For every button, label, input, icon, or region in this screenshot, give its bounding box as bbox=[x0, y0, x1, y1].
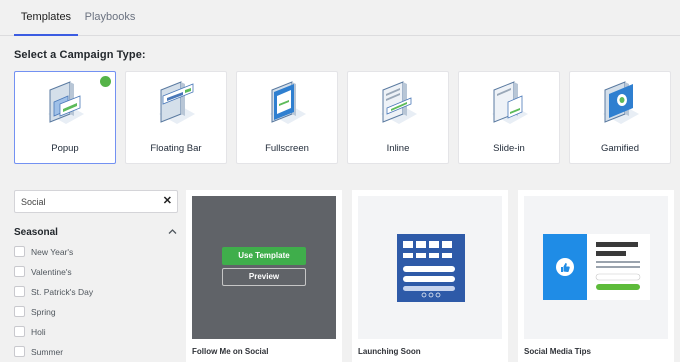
gamified-icon bbox=[603, 81, 639, 124]
selected-check-icon bbox=[100, 76, 140, 93]
template-name: Launching Soon bbox=[358, 347, 421, 356]
template-thumbnail bbox=[524, 196, 668, 339]
filter-item[interactable]: New Year's bbox=[14, 245, 174, 259]
checkbox[interactable] bbox=[14, 266, 25, 277]
filter-item[interactable]: Summer bbox=[14, 345, 174, 359]
popup-icon bbox=[48, 81, 84, 124]
campaign-type-label: Inline bbox=[386, 143, 410, 154]
checkbox[interactable] bbox=[14, 306, 25, 317]
filter-heading: Seasonal bbox=[14, 227, 58, 238]
launching-soon-preview bbox=[397, 234, 465, 302]
campaign-type-fullscreen[interactable]: Fullscreen bbox=[236, 71, 338, 164]
campaign-type-gamified[interactable]: Gamified bbox=[569, 71, 671, 164]
template-card-launching-soon[interactable]: Launching Soon bbox=[352, 190, 508, 362]
close-icon[interactable]: ✕ bbox=[163, 194, 172, 207]
filter-label: Valentine's bbox=[31, 267, 72, 277]
use-template-button[interactable]: Use Template bbox=[222, 247, 306, 265]
chevron-up-icon[interactable] bbox=[168, 228, 177, 235]
campaign-type-label: Popup bbox=[51, 143, 79, 154]
preview-button[interactable]: Preview bbox=[222, 268, 306, 286]
tab-bar: Templates Playbooks bbox=[0, 0, 680, 36]
search-input[interactable] bbox=[21, 194, 161, 210]
filter-label: New Year's bbox=[31, 247, 74, 257]
template-name: Social Media Tips bbox=[524, 347, 591, 356]
campaign-type-floating-bar[interactable]: Floating Bar bbox=[125, 71, 227, 164]
filter-label: Summer bbox=[31, 347, 64, 357]
checkbox[interactable] bbox=[14, 286, 25, 297]
campaign-type-label: Slide-in bbox=[493, 143, 525, 154]
filter-item[interactable]: Valentine's bbox=[14, 265, 174, 279]
fullscreen-icon bbox=[270, 81, 306, 124]
filter-item[interactable]: Holi bbox=[14, 325, 174, 339]
campaign-type-slide-in[interactable]: Slide-in bbox=[458, 71, 560, 164]
checkbox[interactable] bbox=[14, 346, 25, 357]
filter-label: St. Patrick's Day bbox=[31, 287, 94, 297]
template-hover-overlay: Use Template Preview bbox=[192, 196, 336, 339]
template-card-social-media-tips[interactable]: Social Media Tips bbox=[518, 190, 674, 362]
inline-icon bbox=[381, 81, 417, 124]
campaign-type-popup[interactable]: Popup bbox=[14, 71, 140, 164]
filter-label: Holi bbox=[31, 327, 46, 337]
tab-templates[interactable]: Templates bbox=[14, 0, 78, 36]
template-name: Follow Me on Social bbox=[192, 347, 269, 356]
checkbox[interactable] bbox=[14, 246, 25, 257]
campaign-type-label: Gamified bbox=[600, 143, 639, 154]
filter-label: Spring bbox=[31, 307, 56, 317]
campaign-type-inline[interactable]: Inline bbox=[347, 71, 449, 164]
slide-in-icon bbox=[492, 81, 528, 124]
template-thumbnail bbox=[358, 196, 502, 339]
template-card-follow-me-on-social[interactable]: Use Template Preview Follow Me on Social bbox=[186, 190, 342, 362]
social-media-tips-preview bbox=[543, 234, 650, 300]
campaign-type-label: Fullscreen bbox=[265, 143, 309, 154]
section-title: Select a Campaign Type: bbox=[14, 49, 146, 61]
tab-playbooks[interactable]: Playbooks bbox=[82, 0, 138, 36]
filter-item[interactable]: St. Patrick's Day bbox=[14, 285, 174, 299]
filter-item[interactable]: Spring bbox=[14, 305, 174, 319]
floating-bar-icon bbox=[159, 81, 195, 124]
campaign-type-label: Floating Bar bbox=[150, 143, 202, 154]
checkbox[interactable] bbox=[14, 326, 25, 337]
template-search: ✕ bbox=[14, 190, 178, 213]
